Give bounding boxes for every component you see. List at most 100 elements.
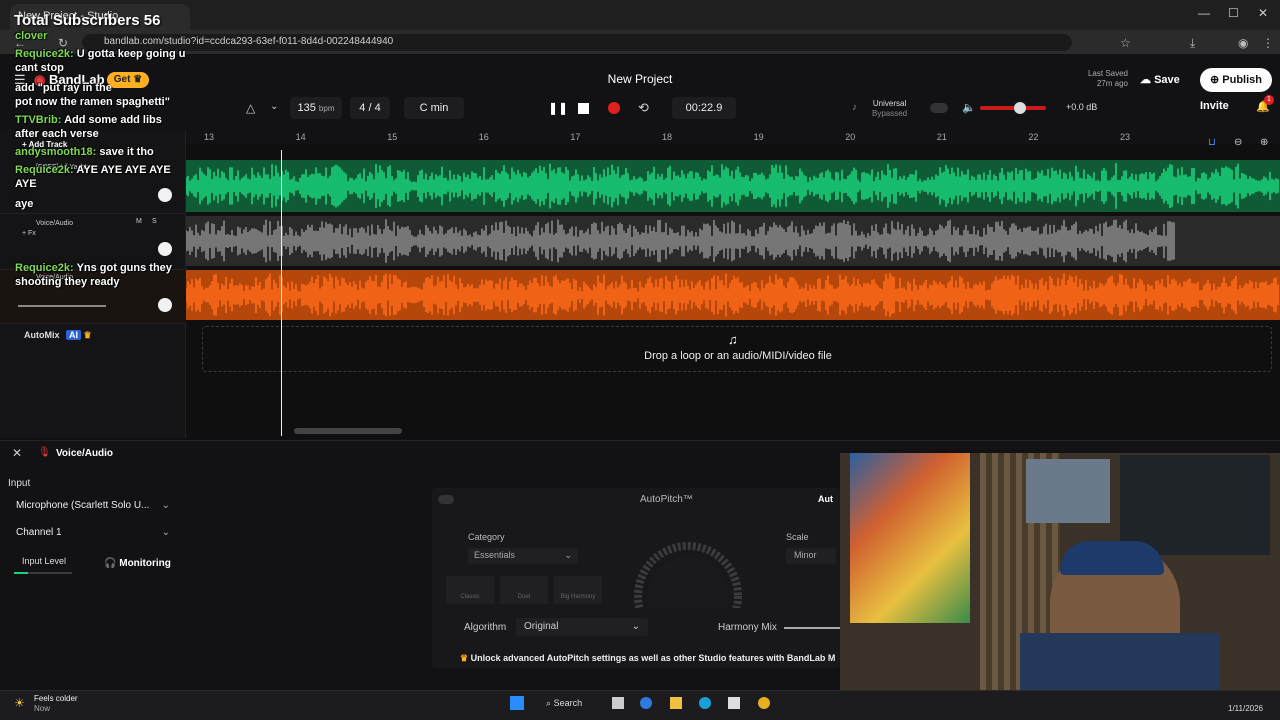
chat-message: cant stop [15, 62, 64, 74]
bookmark-star-icon[interactable]: ☆ [1120, 36, 1131, 50]
profile-icon[interactable]: ◉ [1238, 36, 1248, 50]
store-icon[interactable] [728, 697, 740, 709]
chat-username: TTVBrib: [15, 114, 65, 126]
automix-row[interactable]: AutoMix AI ♛ [24, 330, 92, 341]
download-icon[interactable]: ⤓ [1190, 36, 1195, 51]
browser-menu-icon[interactable]: ⋮ [1262, 36, 1274, 50]
horizontal-scrollbar[interactable] [294, 428, 402, 434]
universal-fx-icon[interactable]: ♪ [852, 102, 857, 113]
task-view-icon[interactable] [612, 697, 624, 709]
monitoring-label: Monitoring [119, 558, 171, 569]
pause-icon[interactable]: ❚❚ [548, 101, 568, 115]
file-explorer-icon[interactable] [670, 697, 682, 709]
fx-button[interactable]: + Fx [22, 230, 36, 237]
chat-username: clover [15, 30, 48, 42]
autopitch-dial[interactable] [632, 540, 744, 608]
url-text: bandlab.com/studio?id=ccdca293-63ef-f011… [104, 36, 394, 47]
loop-icon[interactable]: ⟲ [638, 100, 649, 116]
zoom-out-icon[interactable]: ⊖ [1234, 137, 1242, 148]
master-volume-knob[interactable] [1013, 102, 1026, 114]
algorithm-select[interactable]: Original ⌄ [516, 618, 648, 636]
browser-tab-bar [0, 0, 1280, 30]
weather-sub: Now [34, 704, 51, 713]
chevron-down-icon[interactable]: ⌄ [270, 101, 278, 112]
project-title[interactable]: New Project [540, 72, 740, 86]
ruler-bar-number: 18 [662, 132, 673, 142]
timeline-ruler[interactable]: 13 14 15 16 17 18 19 20 21 22 23 [186, 130, 1280, 144]
effect-classic[interactable]: Classic [446, 576, 494, 604]
pan-knob[interactable] [158, 188, 172, 202]
autopitch-toggle[interactable] [438, 495, 454, 504]
category-select[interactable]: Essentials ⌄ [468, 548, 578, 564]
crown-icon: ♛ [460, 653, 469, 663]
ruler-bar-number: 17 [570, 132, 581, 142]
waveform-path [186, 163, 1279, 209]
taskbar-date: 1/11/2026 [1228, 704, 1263, 713]
chat-message: Requice2k: Yns got guns they [15, 262, 172, 274]
channel-select[interactable]: Channel 1 ⌄ [16, 527, 172, 538]
solo-button[interactable]: S [152, 218, 157, 225]
close-window-icon[interactable]: ✕ [1258, 6, 1268, 20]
url-field[interactable]: bandlab.com/studio?id=ccdca293-63ef-f011… [82, 34, 1072, 51]
mute-button[interactable]: M [136, 218, 142, 225]
microphone-icon: 🎙 [38, 447, 51, 458]
notification-badge: 1 [1264, 95, 1274, 105]
monitoring-button[interactable]: 🎧 Monitoring [104, 558, 178, 572]
universal-state: Bypassed [872, 109, 908, 118]
maximize-icon[interactable]: ☐ [1228, 6, 1239, 20]
panel-title: Voice/Audio [56, 448, 114, 459]
get-membership-button[interactable]: Get ♛ [107, 72, 149, 88]
auto-button[interactable]: Aut [818, 494, 833, 504]
ruler-bar-number: 14 [295, 132, 306, 142]
chat-message: Requice2k: AYE AYE AYE AYE [15, 164, 171, 176]
pan-knob[interactable] [158, 242, 172, 256]
chat-text: pot now the ramen spaghetti" [15, 96, 170, 108]
effect-duet[interactable]: Duet [500, 576, 548, 604]
ruler-bar-number: 20 [845, 132, 856, 142]
webcam-feed [840, 453, 1280, 703]
speaker-icon[interactable]: 🔈 [962, 101, 976, 114]
invite-button[interactable]: Invite [1200, 100, 1229, 112]
snap-icon[interactable]: ⊔ [1208, 137, 1216, 148]
chrome-icon[interactable] [758, 697, 770, 709]
scale-select[interactable]: Minor [786, 548, 836, 564]
track-lane-voice-1[interactable] [186, 216, 1280, 266]
category-label: Category [468, 532, 505, 542]
copilot-icon[interactable] [640, 697, 652, 709]
track-lane-voice-2[interactable] [186, 270, 1280, 320]
last-saved: Last Saved 27m ago [1070, 69, 1128, 89]
harmony-mix-slider[interactable] [784, 627, 840, 629]
universal-preset[interactable]: Universal Bypassed [872, 99, 907, 119]
bpm-field[interactable]: 135 bpm [290, 97, 342, 119]
taskbar-search[interactable]: ⌕ Search [546, 698, 582, 709]
chat-text: Yns got guns they [76, 262, 172, 274]
chat-text: after each verse [15, 128, 99, 140]
weather-widget[interactable]: Feels colder Now [34, 694, 78, 714]
drop-zone-text: Drop a loop or an audio/MIDI/video file [644, 350, 832, 362]
record-icon[interactable] [608, 102, 620, 114]
edge-icon[interactable] [699, 697, 711, 709]
microphone-select[interactable]: Microphone (Scarlett Solo U... ⌄ [16, 500, 172, 511]
pan-knob[interactable] [158, 298, 172, 312]
track-volume-slider[interactable] [18, 305, 106, 307]
save-button[interactable]: ☁ Save [1140, 69, 1194, 91]
key-selector[interactable]: C min [404, 97, 464, 119]
windows-start-icon[interactable] [510, 696, 524, 710]
metronome-icon[interactable]: △ [246, 101, 255, 115]
publish-button[interactable]: ⊕ Publish [1200, 68, 1272, 92]
scale-label: Scale [786, 532, 809, 542]
track-lane-beat[interactable] [186, 160, 1280, 212]
stop-icon[interactable] [578, 103, 589, 114]
last-saved-label: Last Saved [1087, 69, 1128, 78]
time-signature[interactable]: 4 / 4 [350, 97, 390, 119]
playhead[interactable] [281, 150, 282, 436]
effect-big-harmony[interactable]: Big Harmony [554, 576, 602, 604]
universal-label: Universal [872, 99, 907, 108]
close-icon[interactable]: ✕ [12, 446, 22, 460]
ruler-bar-number: 15 [387, 132, 398, 142]
minimize-icon[interactable]: — [1198, 6, 1210, 20]
category-value: Essentials [474, 550, 516, 560]
bypass-toggle[interactable] [930, 103, 948, 113]
unlock-banner[interactable]: ♛ Unlock advanced AutoPitch settings as … [460, 653, 835, 664]
zoom-in-icon[interactable]: ⊕ [1260, 137, 1268, 148]
